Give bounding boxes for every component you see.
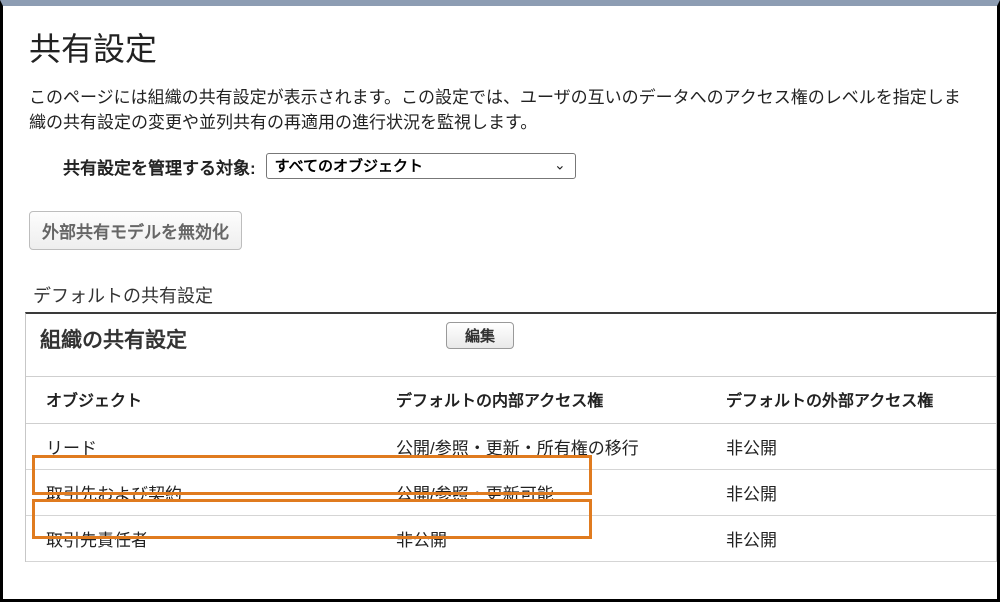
disable-external-sharing-button[interactable]: 外部共有モデルを無効化 — [29, 211, 242, 250]
panel-header: 組織の共有設定 編集 — [26, 314, 996, 376]
cell-object: リード — [26, 424, 376, 470]
column-header-object: オブジェクト — [26, 377, 376, 424]
description-line2: 織の共有設定の変更や並列共有の再適用の進行状況を監視します。 — [29, 113, 537, 132]
edit-button[interactable]: 編集 — [446, 322, 514, 349]
manage-target-row: 共有設定を管理する対象: すべてのオブジェクト ⌄ — [63, 153, 997, 179]
table-header-row: オブジェクト デフォルトの内部アクセス権 デフォルトの外部アクセス権 — [26, 377, 996, 424]
page-title: 共有設定 — [29, 24, 997, 70]
cell-object: 取引先責任者 — [26, 516, 376, 562]
manage-target-select-wrap: すべてのオブジェクト ⌄ — [266, 153, 576, 179]
table-row: 取引先および契約 公開/参照・更新可能 非公開 — [26, 470, 996, 516]
default-sharing-section-label: デフォルトの共有設定 — [33, 282, 997, 308]
table-row: リード 公開/参照・更新・所有権の移行 非公開 — [26, 424, 996, 470]
org-wide-defaults-table: オブジェクト デフォルトの内部アクセス権 デフォルトの外部アクセス権 リード 公… — [26, 376, 996, 562]
cell-internal: 公開/参照・更新・所有権の移行 — [376, 424, 706, 470]
description-line1: このページには組織の共有設定が表示されます。この設定では、ユーザの互いのデータへ… — [29, 88, 961, 107]
cell-external: 非公開 — [706, 516, 996, 562]
table-row: 取引先責任者 非公開 非公開 — [26, 516, 996, 562]
org-wide-defaults-panel: 組織の共有設定 編集 オブジェクト デフォルトの内部アクセス権 デフォルトの外部… — [25, 312, 997, 562]
manage-target-select[interactable]: すべてのオブジェクト — [266, 153, 576, 179]
column-header-external: デフォルトの外部アクセス権 — [706, 377, 996, 424]
manage-target-label: 共有設定を管理する対象: — [63, 154, 256, 179]
app-window: 共有設定 このページには組織の共有設定が表示されます。この設定では、ユーザの互い… — [0, 0, 1000, 602]
cell-internal: 公開/参照・更新可能 — [376, 470, 706, 516]
cell-internal: 非公開 — [376, 516, 706, 562]
org-wide-defaults-title: 組織の共有設定 — [40, 324, 187, 354]
cell-object: 取引先および契約 — [26, 470, 376, 516]
cell-external: 非公開 — [706, 424, 996, 470]
cell-external: 非公開 — [706, 470, 996, 516]
column-header-internal: デフォルトの内部アクセス権 — [376, 377, 706, 424]
page-description: このページには組織の共有設定が表示されます。この設定では、ユーザの互いのデータへ… — [29, 86, 997, 135]
